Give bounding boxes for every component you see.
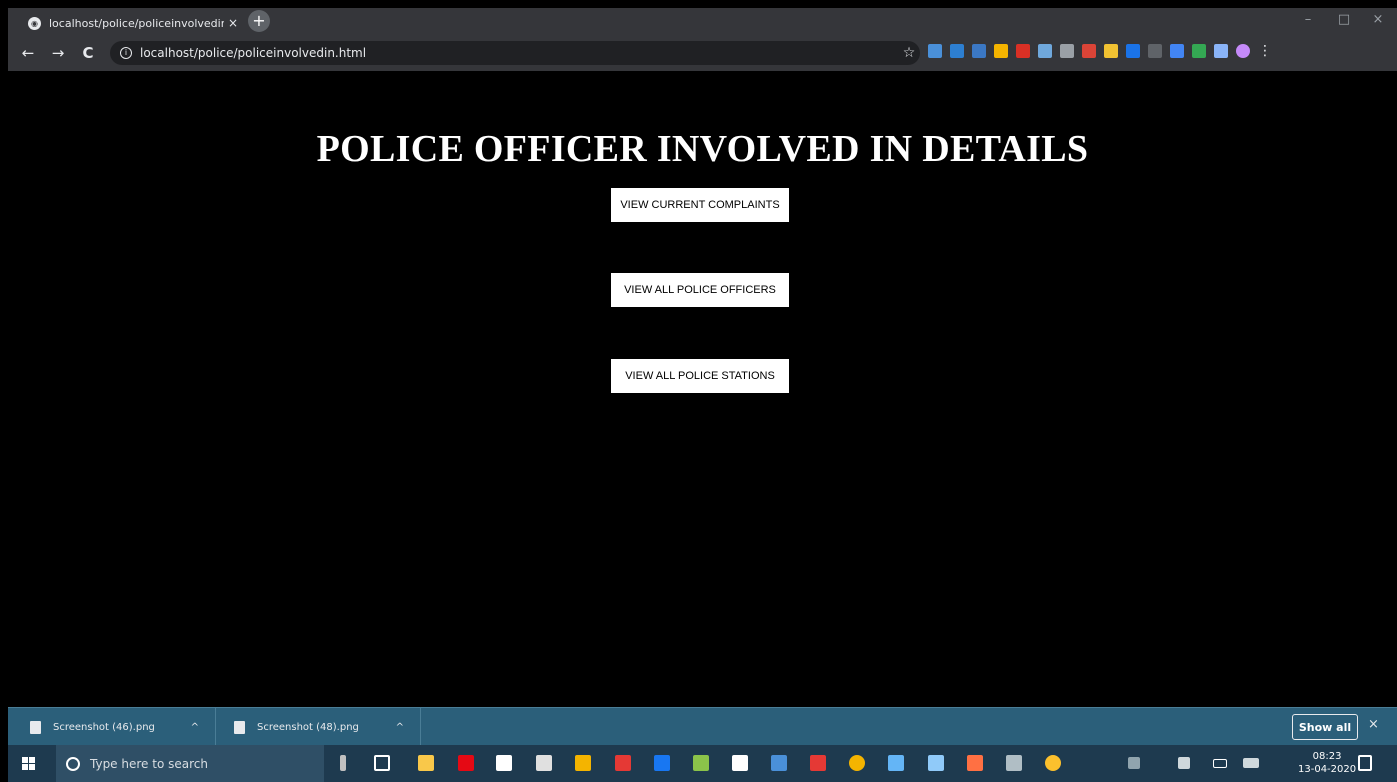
bookmark-star-icon[interactable]: ☆ [898,45,920,61]
app-icon[interactable] [693,755,709,771]
tab-close-icon[interactable]: × [224,16,242,30]
extension-icon[interactable] [950,44,964,58]
app-icon[interactable] [928,755,944,771]
netflix-icon[interactable] [458,755,474,771]
camera-icon[interactable] [1060,44,1074,58]
extension-icon[interactable] [1214,44,1228,58]
extension-icon[interactable] [928,44,942,58]
extension-icon[interactable] [1038,44,1052,58]
battery-icon[interactable] [1213,759,1227,768]
globe-icon: ◉ [28,16,41,30]
address-bar[interactable]: i localhost/police/policeinvolvedin.html… [110,41,920,65]
maximize-button[interactable]: □ [1326,8,1362,32]
cortana-icon [66,756,80,771]
windows-taskbar: Type here to search 08:23 13-04-2020 [8,745,1397,782]
browser-tab[interactable]: ◉ localhost/police/policeinvolvedin × [20,11,242,35]
extension-icon[interactable] [1192,44,1206,58]
volume-icon[interactable] [1178,757,1190,769]
browser-menu-icon[interactable]: ⋮ [1258,44,1272,58]
keyboard-icon[interactable] [1243,758,1259,768]
app-icon[interactable] [575,755,591,771]
extension-icon[interactable] [972,44,986,58]
drive-icon[interactable] [994,44,1008,58]
chrome-icon[interactable] [849,755,865,771]
page-title: POLICE OFFICER INVOLVED IN DETAILS [316,128,1089,170]
extension-icon[interactable] [1170,44,1184,58]
microphone-icon[interactable] [340,755,346,771]
download-shelf: Screenshot (46).png ^ Screenshot (48).pn… [8,707,1397,746]
browser-tab-strip: ◉ localhost/police/policeinvolvedin × + … [8,8,1397,35]
info-icon[interactable]: i [120,47,132,59]
search-placeholder: Type here to search [90,756,208,771]
tab-title: localhost/police/policeinvolvedin [49,16,224,30]
download-item[interactable]: Screenshot (48).png ^ [216,708,421,746]
dropbox-icon[interactable] [732,755,748,771]
extension-icon[interactable] [1126,44,1140,58]
chevron-up-icon[interactable]: ^ [191,722,199,733]
network-icon[interactable] [1128,757,1140,769]
clock-time: 08:23 [1312,751,1342,762]
gmail-icon[interactable] [1082,44,1096,58]
clock[interactable]: 08:23 13-04-2020 [1298,750,1356,776]
extension-icon[interactable] [1104,44,1118,58]
app-icon[interactable] [967,755,983,771]
notification-icon[interactable] [1358,755,1372,771]
file-icon [234,720,245,734]
app-icon[interactable] [810,755,826,771]
extensions-bar: ⋮ [928,44,1272,58]
app-icon[interactable] [1006,755,1022,771]
app-icon[interactable] [771,755,787,771]
extension-icon[interactable] [1016,44,1030,58]
view-current-complaints-button[interactable]: VIEW CURRENT COMPLAINTS [611,188,789,222]
task-view-icon[interactable] [374,755,390,771]
mail-icon[interactable] [536,755,552,771]
chevron-up-icon[interactable]: ^ [396,722,404,733]
window-close-button[interactable]: × [1360,8,1396,32]
new-tab-button[interactable]: + [248,10,270,32]
file-explorer-icon[interactable] [418,755,434,771]
taskbar-search[interactable]: Type here to search [56,745,324,782]
back-button[interactable]: ← [18,43,38,63]
address-url: localhost/police/policeinvolvedin.html [140,46,367,60]
windows-start-icon[interactable] [22,757,35,770]
close-shelf-icon[interactable]: × [1368,717,1379,732]
profile-avatar-icon[interactable] [1236,44,1250,58]
download-filename: Screenshot (48).png [257,721,359,733]
view-all-police-stations-button[interactable]: VIEW ALL POLICE STATIONS [611,359,789,393]
page-content: POLICE OFFICER INVOLVED IN DETAILS VIEW … [8,71,1397,707]
browser-toolbar: ← → C i localhost/police/policeinvolvedi… [8,35,1397,71]
app-icon[interactable] [888,755,904,771]
download-filename: Screenshot (46).png [53,721,155,733]
extension-icon[interactable] [1148,44,1162,58]
clock-date: 13-04-2020 [1298,764,1357,775]
download-item[interactable]: Screenshot (46).png ^ [8,708,216,746]
file-icon [30,720,41,734]
facebook-icon[interactable] [654,755,670,771]
help-icon[interactable] [1045,755,1061,771]
store-icon[interactable] [496,755,512,771]
pdf-icon[interactable] [615,755,631,771]
minimize-button[interactable]: – [1290,8,1326,32]
reload-button[interactable]: C [78,43,98,63]
forward-button[interactable]: → [48,43,68,63]
show-all-button[interactable]: Show all [1292,714,1358,740]
view-all-police-officers-button[interactable]: VIEW ALL POLICE OFFICERS [611,273,789,307]
